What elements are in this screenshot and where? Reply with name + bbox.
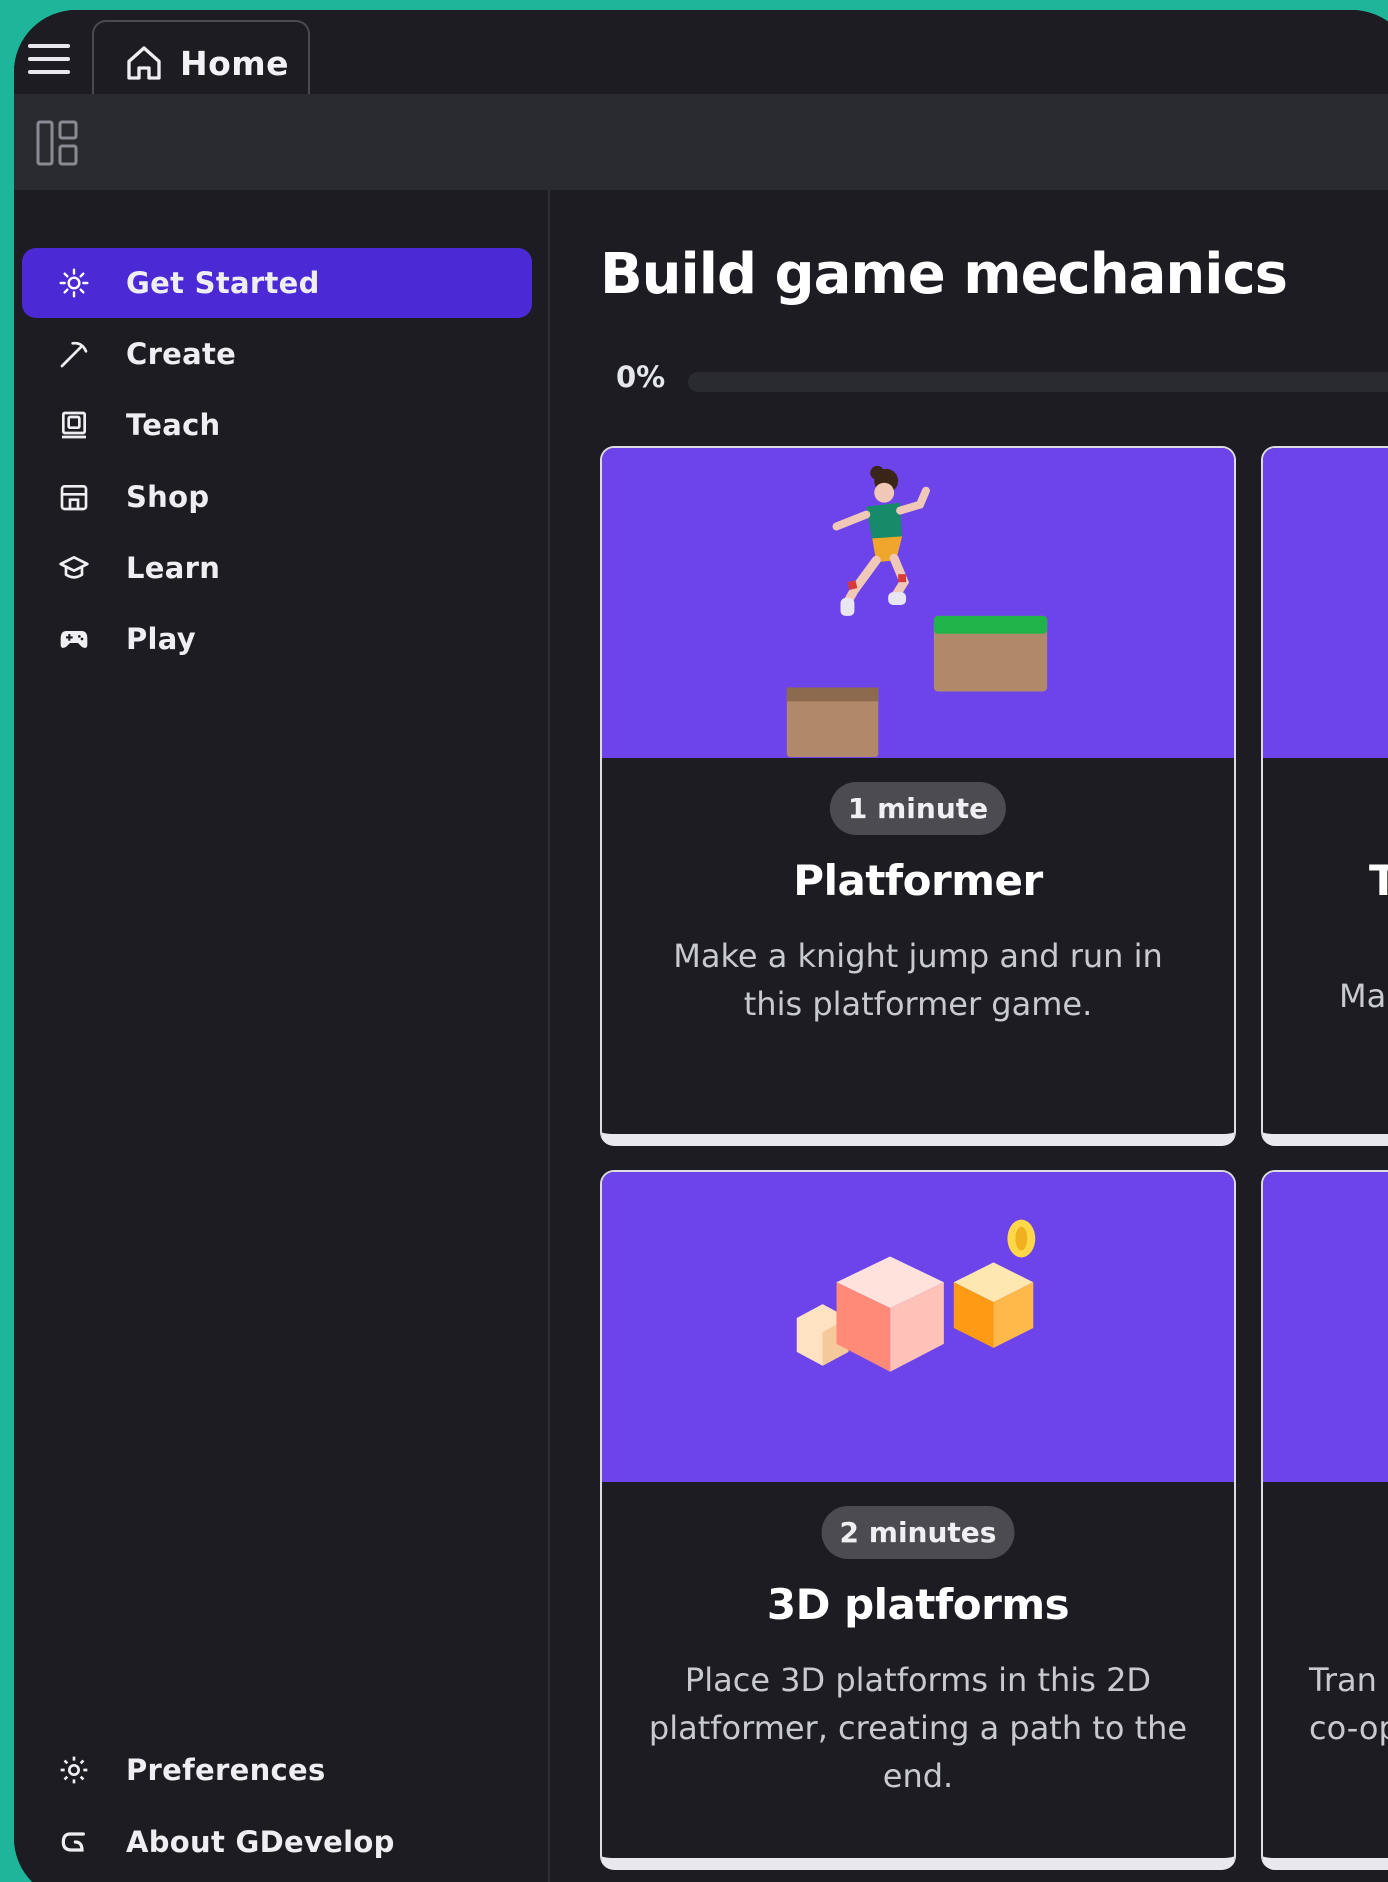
3d-cubes-illustration xyxy=(796,1219,1036,1372)
sidebar-item-shop[interactable]: Shop xyxy=(22,462,532,532)
pickaxe-icon xyxy=(56,336,92,372)
card-title: T xyxy=(1369,856,1388,905)
card-description: Place 3D platforms in this 2D platformer… xyxy=(648,1661,1188,1795)
sidebar-item-label: Get Started xyxy=(126,266,320,300)
sidebar-item-label: Play xyxy=(126,622,196,656)
card-description: Tran co-op xyxy=(1309,1661,1388,1747)
home-tab-label: Home xyxy=(180,43,290,83)
card-banner xyxy=(1263,448,1388,758)
home-icon xyxy=(127,46,161,80)
card-platformer[interactable]: 1 minute Platformer Make a knight jump a… xyxy=(600,446,1236,1146)
sidebar-item-label: Teach xyxy=(126,408,221,442)
card-banner xyxy=(602,448,1234,758)
panels-layout-icon[interactable] xyxy=(36,120,78,166)
tab-home[interactable]: Home xyxy=(92,20,310,104)
gdevelop-logo-icon xyxy=(56,1824,92,1860)
sidebar-item-preferences[interactable]: Preferences xyxy=(22,1735,532,1805)
sidebar-item-label: About GDevelop xyxy=(126,1825,395,1859)
jumping-character-illustration xyxy=(786,465,1048,758)
progress-percent: 0% xyxy=(616,360,666,394)
board-icon xyxy=(56,407,92,443)
card-partial-top[interactable]: T Mak xyxy=(1261,446,1388,1146)
hamburger-icon[interactable] xyxy=(28,44,70,74)
card-banner xyxy=(1263,1172,1388,1482)
main-content: Build game mechanics 0% 1 minute Platfor… xyxy=(552,190,1388,1882)
tab-bar: Home xyxy=(14,10,1388,104)
sidebar-item-label: Preferences xyxy=(126,1753,326,1787)
sidebar: Get Started Create Teach Shop Learn Play… xyxy=(14,190,550,1882)
app-window: Home Get Started Create Teach Shop Learn… xyxy=(14,10,1388,1882)
sidebar-item-label: Create xyxy=(126,337,237,371)
sidebar-item-about[interactable]: About GDevelop xyxy=(22,1807,532,1877)
duration-badge: 2 minutes xyxy=(821,1506,1015,1559)
graduation-cap-icon xyxy=(56,550,92,586)
sidebar-item-label: Learn xyxy=(126,551,221,585)
sparkle-icon xyxy=(56,265,92,301)
card-description: Make a knight jump and run in this platf… xyxy=(673,937,1163,1023)
sidebar-item-learn[interactable]: Learn xyxy=(22,533,532,603)
sidebar-item-create[interactable]: Create xyxy=(22,319,532,389)
card-3d-platforms[interactable]: 2 minutes 3D platforms Place 3D platform… xyxy=(600,1170,1236,1870)
sidebar-item-get-started[interactable]: Get Started xyxy=(22,248,532,318)
gear-icon xyxy=(56,1752,92,1788)
toolbar xyxy=(14,94,1388,190)
page-title: Build game mechanics xyxy=(600,242,1288,307)
card-description: Mak xyxy=(1339,977,1388,1015)
store-icon xyxy=(56,479,92,515)
progress-bar xyxy=(688,372,1388,392)
card-partial-bottom[interactable]: Tran co-op xyxy=(1261,1170,1388,1870)
card-title: 3D platforms xyxy=(766,1580,1070,1629)
sidebar-item-teach[interactable]: Teach xyxy=(22,390,532,460)
sidebar-item-label: Shop xyxy=(126,480,210,514)
sidebar-item-play[interactable]: Play xyxy=(22,604,532,674)
card-banner xyxy=(602,1172,1234,1482)
gamepad-icon xyxy=(56,621,92,657)
duration-badge: 1 minute xyxy=(829,782,1007,835)
card-title: Platformer xyxy=(793,856,1043,905)
